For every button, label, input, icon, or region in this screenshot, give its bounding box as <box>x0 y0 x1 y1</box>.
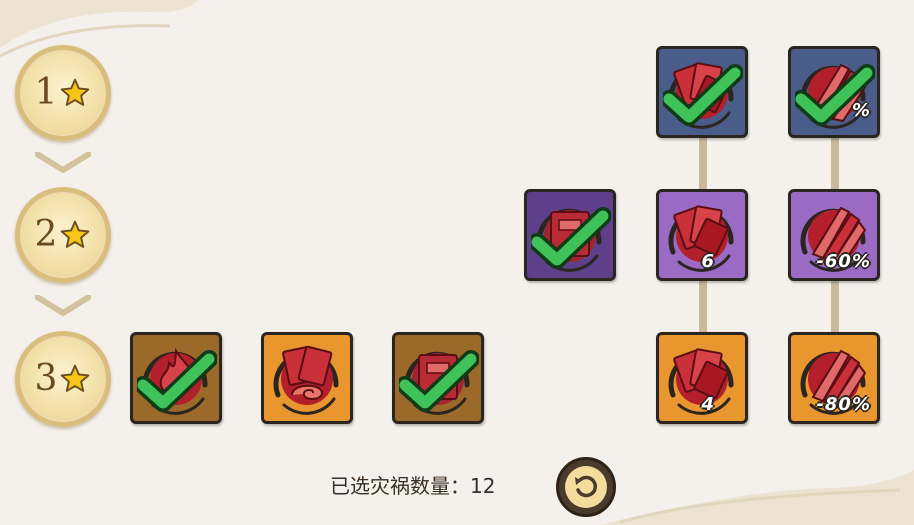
check-icon <box>399 349 479 415</box>
reset-button-face <box>565 466 607 508</box>
card-value: 4 <box>701 394 715 415</box>
count-value: 12 <box>470 474 496 498</box>
card-value: -80% <box>816 394 871 415</box>
disaster-card-t3-flame[interactable] <box>130 332 222 424</box>
disaster-card-t2-book[interactable] <box>524 189 616 281</box>
check-icon <box>531 206 611 272</box>
tier-badge-3: 3 <box>15 331 111 427</box>
disaster-card-t2-claw[interactable]: -60% <box>788 189 880 281</box>
chevron-down-icon <box>35 295 91 317</box>
star-icon <box>61 220 90 248</box>
chevron-down-icon <box>35 152 91 174</box>
tier-badge-1: 1 <box>15 45 111 141</box>
corner-swirl-decoration <box>0 0 198 58</box>
disaster-card-t1-claw[interactable]: % <box>788 46 880 138</box>
tier-badge-2: 2 <box>15 187 111 283</box>
tier-number: 3 <box>34 358 58 399</box>
card-value: 6 <box>701 251 715 272</box>
disaster-card-t3-book[interactable] <box>392 332 484 424</box>
card-value: -60% <box>816 251 871 272</box>
disaster-card-t2-cards[interactable]: 6 <box>656 189 748 281</box>
tier-number: 2 <box>34 214 58 255</box>
disaster-card-t3-cards[interactable]: 4 <box>656 332 748 424</box>
check-icon <box>795 63 875 129</box>
star-icon <box>61 364 90 392</box>
disaster-card-t3-swirl[interactable] <box>261 332 353 424</box>
disaster-card-t3-claw[interactable]: -80% <box>788 332 880 424</box>
selected-disaster-count: 已选灾祸数量：12 <box>330 470 495 499</box>
bottom-swirl-decoration <box>600 470 914 525</box>
check-icon <box>663 63 743 129</box>
upgrade-link <box>831 280 839 334</box>
reset-button[interactable] <box>556 457 616 517</box>
reset-icon <box>575 475 597 498</box>
upgrade-link <box>831 137 839 191</box>
disaster-card-t1-cards[interactable] <box>656 46 748 138</box>
star-icon <box>61 78 90 106</box>
swirl-cards-icon <box>264 345 350 421</box>
check-icon <box>137 349 217 415</box>
count-label: 已选灾祸数量： <box>330 474 470 498</box>
upgrade-link <box>699 137 707 191</box>
upgrade-link <box>699 280 707 334</box>
tier-number: 1 <box>34 72 58 113</box>
